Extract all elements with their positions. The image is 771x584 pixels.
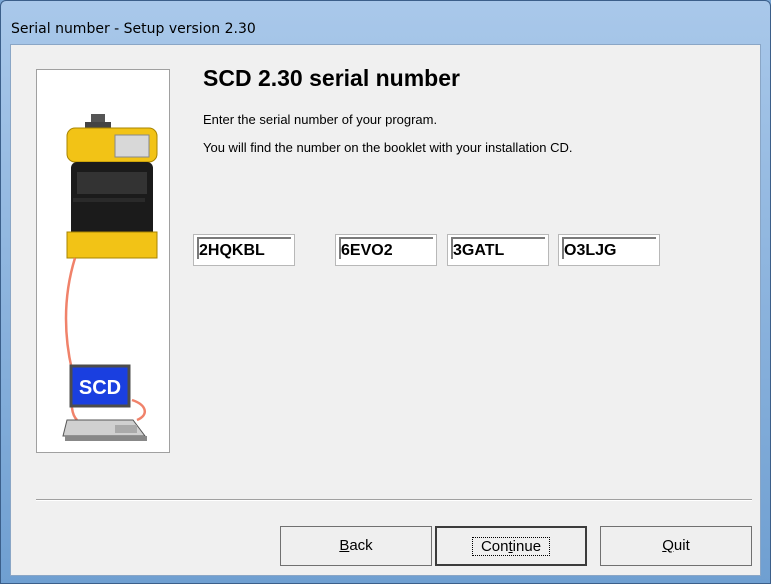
- continue-button[interactable]: Continue: [435, 526, 587, 566]
- serial-field-1[interactable]: [197, 237, 291, 259]
- serial-field-4[interactable]: [562, 237, 656, 259]
- serial-field-3[interactable]: [451, 237, 545, 259]
- serial-field-4-frame: [558, 234, 660, 266]
- laser-scanner-icon: [66, 114, 158, 259]
- window-title: Serial number - Setup version 2.30: [11, 21, 256, 37]
- instruction-line-2: You will find the number on the booklet …: [203, 140, 573, 155]
- side-illustration-panel: SCD: [36, 69, 170, 453]
- title-bar[interactable]: Serial number - Setup version 2.30: [1, 1, 770, 41]
- serial-field-1-frame: [193, 234, 295, 266]
- quit-button[interactable]: Quit: [600, 526, 752, 566]
- scanner-laptop-illustration: SCD: [62, 114, 158, 441]
- separator-line: [36, 499, 752, 501]
- back-button[interactable]: Back: [280, 526, 432, 566]
- serial-field-2-frame: [335, 234, 437, 266]
- serial-field-2[interactable]: [339, 237, 433, 259]
- serial-field-3-frame: [447, 234, 549, 266]
- dialog-body: SCD SCD 2.30 serial number Enter the ser…: [10, 44, 761, 576]
- page-title: SCD 2.30 serial number: [203, 65, 460, 91]
- setup-window: Serial number - Setup version 2.30 SCD S…: [0, 0, 771, 584]
- scd-screen-label: SCD: [79, 377, 121, 399]
- laptop-icon: SCD: [62, 364, 147, 441]
- instruction-line-1: Enter the serial number of your program.: [203, 112, 438, 127]
